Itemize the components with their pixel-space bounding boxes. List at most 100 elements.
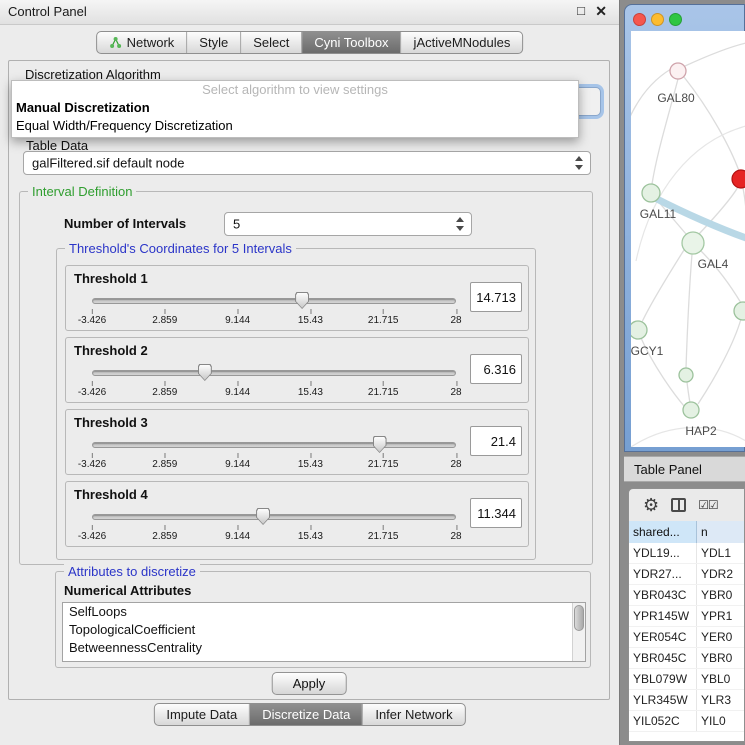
column-header-shared-name[interactable]: shared... (629, 521, 697, 543)
threshold-3-slider[interactable] (92, 442, 456, 448)
control-panel-window: Control Panel □ ✕ Network Style Select C… (0, 0, 620, 745)
tick-label: 15.43 (298, 387, 323, 398)
node-gal80[interactable] (670, 63, 686, 79)
node-gal4[interactable] (682, 232, 704, 254)
list-item-topologicalcoefficient[interactable]: TopologicalCoefficient (63, 621, 585, 639)
slider-thumb[interactable] (256, 508, 270, 525)
tick-label: -3.426 (78, 315, 106, 326)
cell[interactable]: YBR045C (629, 648, 697, 668)
threshold-2-box: Threshold 2 -3.4262.8599.14415.4321.7152… (65, 337, 529, 403)
list-item-selfloops[interactable]: SelfLoops (63, 603, 585, 621)
mac-close-icon[interactable] (633, 13, 646, 26)
list-item-betweennesscentrality[interactable]: BetweennessCentrality (63, 639, 585, 657)
columns-icon[interactable] (671, 498, 686, 512)
gear-icon[interactable]: ⚙ (643, 496, 659, 514)
table-row[interactable]: YBR043CYBR0 (629, 585, 744, 606)
dropdown-option-equal-width-frequency[interactable]: Equal Width/Frequency Discretization (12, 117, 578, 135)
tab-cyni-toolbox[interactable]: Cyni Toolbox (301, 32, 400, 53)
node-small[interactable] (679, 368, 693, 382)
slider-track[interactable] (92, 298, 456, 304)
node-hap2[interactable] (683, 402, 699, 418)
slider-track[interactable] (92, 514, 456, 520)
table-header-row: shared... n (629, 521, 744, 543)
table-row[interactable]: YER054CYER0 (629, 627, 744, 648)
cell[interactable]: YBR0 (697, 585, 744, 605)
column-header-name[interactable]: n (697, 521, 744, 543)
table-row[interactable]: YPR145WYPR1 (629, 606, 744, 627)
slider-thumb[interactable] (295, 292, 309, 309)
table-row[interactable]: YBR045CYBR0 (629, 648, 744, 669)
dropdown-option-manual-discretization[interactable]: Manual Discretization (12, 99, 578, 117)
node-gal11[interactable] (642, 184, 660, 202)
slider-track[interactable] (92, 370, 456, 376)
cell[interactable]: YER054C (629, 627, 697, 647)
control-panel-titlebar: Control Panel □ ✕ (0, 0, 619, 25)
threshold-4-value-field[interactable] (470, 498, 522, 528)
table-row[interactable]: YDL19...YDL1 (629, 543, 744, 564)
tab-select[interactable]: Select (240, 32, 301, 53)
cell[interactable]: YPR145W (629, 606, 697, 626)
tab-infer-network[interactable]: Infer Network (362, 704, 464, 725)
node-highlighted[interactable] (732, 170, 745, 188)
bottom-tab-bar: Impute Data Discretize Data Infer Networ… (153, 703, 465, 726)
tick-label: -3.426 (78, 459, 106, 470)
tick-label: 9.144 (225, 387, 250, 398)
slider-track[interactable] (92, 442, 456, 448)
cell[interactable]: YPR1 (697, 606, 744, 626)
slider-thumb[interactable] (198, 364, 212, 381)
interval-definition-title: Interval Definition (28, 184, 136, 199)
cell[interactable]: YBR043C (629, 585, 697, 605)
cell[interactable]: YDR27... (629, 564, 697, 584)
mac-zoom-icon[interactable] (669, 13, 682, 26)
table-row[interactable]: YBL079WYBL0 (629, 669, 744, 690)
apply-button[interactable]: Apply (272, 672, 347, 695)
attributes-group-title: Attributes to discretize (64, 564, 200, 579)
table-row[interactable]: YDR27...YDR2 (629, 564, 744, 585)
node-right[interactable] (734, 302, 745, 320)
thresholds-group-title: Threshold's Coordinates for 5 Intervals (65, 241, 296, 256)
cell[interactable]: YLR345W (629, 690, 697, 710)
cell[interactable]: YER0 (697, 627, 744, 647)
slider-tick-labels: -3.4262.8599.14415.4321.71528 (92, 308, 456, 328)
table-row[interactable]: YIL052CYIL0 (629, 711, 744, 732)
threshold-3-value-field[interactable] (470, 426, 522, 456)
threshold-2-value-field[interactable] (470, 354, 522, 384)
threshold-4-slider[interactable] (92, 514, 456, 520)
mac-minimize-icon[interactable] (651, 13, 664, 26)
cell[interactable]: YIL052C (629, 711, 697, 731)
tick-label: 2.859 (152, 459, 177, 470)
node-gcy1[interactable] (631, 321, 647, 339)
tick-label: 15.43 (298, 531, 323, 542)
slider-thumb[interactable] (373, 436, 387, 453)
threshold-2-slider[interactable] (92, 370, 456, 376)
table-data-combobox[interactable]: galFiltered.sif default node (23, 151, 591, 175)
tab-jactivemnodules[interactable]: jActiveMNodules (401, 32, 523, 53)
tab-network[interactable]: Network (97, 32, 187, 53)
tab-discretize-data[interactable]: Discretize Data (249, 704, 362, 725)
scrollbar-thumb[interactable] (574, 605, 584, 631)
cell[interactable]: YBR0 (697, 648, 744, 668)
cell[interactable]: YDL1 (697, 543, 744, 563)
top-tab-bar: Network Style Select Cyni Toolbox jActiv… (96, 31, 524, 54)
tick-label: 9.144 (225, 459, 250, 470)
threshold-2-label: Threshold 2 (74, 343, 148, 358)
cell[interactable]: YBL079W (629, 669, 697, 689)
cell[interactable]: YLR3 (697, 690, 744, 710)
close-icon[interactable]: ✕ (595, 3, 607, 20)
tab-style[interactable]: Style (186, 32, 240, 53)
cell[interactable]: YBL0 (697, 669, 744, 689)
network-canvas[interactable]: GAL80 GAL11 GAL4 GCY1 HAP2 (631, 31, 745, 447)
cell[interactable]: YDR2 (697, 564, 744, 584)
float-window-icon[interactable]: □ (577, 3, 585, 18)
select-columns-icon[interactable]: ☑☑ (698, 498, 718, 512)
threshold-1-value-field[interactable] (470, 282, 522, 312)
threshold-1-slider[interactable] (92, 298, 456, 304)
cell[interactable]: YDL19... (629, 543, 697, 563)
tick-label: 28 (450, 459, 461, 470)
table-row[interactable]: YLR345WYLR3 (629, 690, 744, 711)
cell[interactable]: YIL0 (697, 711, 744, 731)
number-of-intervals-combobox[interactable]: 5 (224, 212, 472, 236)
list-scrollbar[interactable] (572, 603, 585, 661)
thresholds-group: Threshold's Coordinates for 5 Intervals … (56, 248, 536, 560)
tab-impute-data[interactable]: Impute Data (154, 704, 249, 725)
